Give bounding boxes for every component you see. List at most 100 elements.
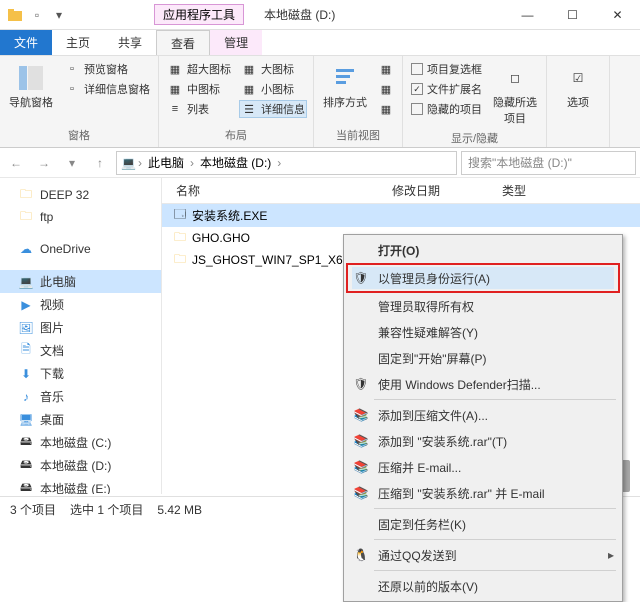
- menu-pintask[interactable]: 固定到任务栏(K): [346, 511, 620, 537]
- nav-desktop[interactable]: 🖥桌面: [0, 408, 161, 431]
- menu-zipemailrar[interactable]: 📚压缩到 "安装系统.rar" 并 E-mail: [346, 480, 620, 506]
- preview-icon: ▫: [64, 61, 80, 77]
- l-icons-button[interactable]: ▦大图标: [239, 60, 307, 78]
- back-button[interactable]: ←: [4, 151, 28, 175]
- menu-runas[interactable]: 🛡以管理员身份运行(A): [352, 267, 614, 289]
- nav-pane-button[interactable]: 导航窗格: [6, 60, 56, 125]
- nav-thispc[interactable]: 💻此电脑: [0, 270, 161, 293]
- tab-view[interactable]: 查看: [156, 30, 210, 55]
- list-icon: ≡: [167, 101, 183, 117]
- nav-docs[interactable]: 🗎文档: [0, 339, 161, 362]
- nav-downloads[interactable]: ⬇下载: [0, 362, 161, 385]
- grid-btn1[interactable]: ▦: [376, 60, 396, 78]
- tab-manage[interactable]: 管理: [210, 30, 262, 55]
- forward-button[interactable]: →: [32, 151, 56, 175]
- menu-qqsend[interactable]: 🐧通过QQ发送到▸: [346, 542, 620, 568]
- m-icons-button[interactable]: ▦中图标: [165, 80, 233, 98]
- nav-pictures[interactable]: 🖼图片: [0, 316, 161, 339]
- status-count: 3 个项目: [10, 501, 56, 518]
- address-bar: ← → ▾ ↑ 💻 › 此电脑 › 本地磁盘 (D:) › 搜索"本地磁盘 (D…: [0, 148, 640, 178]
- nav-deep32[interactable]: 🗀DEEP 32: [0, 184, 161, 206]
- search-input[interactable]: 搜索"本地磁盘 (D:)": [461, 151, 636, 175]
- menu-getowner[interactable]: 管理员取得所有权: [346, 293, 620, 319]
- checkbox-toggle[interactable]: 项目复选框: [409, 60, 484, 78]
- details-button[interactable]: ☰详细信息: [239, 100, 307, 118]
- grid-btn2[interactable]: ▦: [376, 80, 396, 98]
- menu-addrar[interactable]: 📚添加到 "安装系统.rar"(T): [346, 428, 620, 454]
- menu-restore[interactable]: 还原以前的版本(V): [346, 573, 620, 599]
- col-type[interactable]: 类型: [502, 182, 640, 199]
- s-icon: ▦: [241, 81, 257, 97]
- menu-pinstart[interactable]: 固定到"开始"屏幕(P): [346, 345, 620, 371]
- folder-icon: 🗀: [18, 209, 34, 225]
- sort-button[interactable]: 排序方式: [320, 60, 370, 125]
- gho-icon: 🗀: [172, 230, 188, 246]
- tab-share[interactable]: 共享: [104, 30, 156, 55]
- file-row-selected[interactable]: 🗔安装系统.EXE: [162, 204, 640, 227]
- menu-open[interactable]: 打开(O): [346, 237, 620, 263]
- exe-icon: 🗔: [172, 208, 188, 224]
- nav-ftp[interactable]: 🗀ftp: [0, 206, 161, 228]
- col-name[interactable]: 名称: [162, 182, 392, 199]
- menu-defender[interactable]: 🛡使用 Windows Defender扫描...: [346, 371, 620, 397]
- drive-icon: 🖴: [18, 458, 34, 474]
- crumb-drive[interactable]: 本地磁盘 (D:): [196, 154, 275, 171]
- nav-pane-icon: [15, 62, 47, 94]
- history-button[interactable]: ▾: [60, 151, 84, 175]
- folder-icon: [6, 6, 24, 24]
- hidden-toggle[interactable]: 隐藏的项目: [409, 100, 484, 118]
- col-mdate[interactable]: 修改日期: [392, 182, 502, 199]
- s-icons-button[interactable]: ▦小图标: [239, 80, 307, 98]
- xl-icons-button[interactable]: ▦超大图标: [165, 60, 233, 78]
- xl-icon: ▦: [167, 61, 183, 77]
- grid-btn3[interactable]: ▦: [376, 100, 396, 118]
- folder-icon: 🗀: [18, 187, 34, 203]
- menu-zipemail[interactable]: 📚压缩并 E-mail...: [346, 454, 620, 480]
- download-icon: ⬇: [18, 366, 34, 382]
- m-icon: ▦: [167, 81, 183, 97]
- gho-icon: 🗀: [172, 252, 188, 268]
- drive-icon: 🖴: [18, 435, 34, 451]
- nav-tree: 🗀DEEP 32 🗀ftp ☁OneDrive 💻此电脑 ▶视频 🖼图片 🗎文档…: [0, 178, 162, 494]
- menu-addzip[interactable]: 📚添加到压缩文件(A)...: [346, 402, 620, 428]
- music-icon: ♪: [18, 389, 34, 405]
- crumb-thispc[interactable]: 此电脑: [144, 154, 188, 171]
- minimize-button[interactable]: —: [505, 1, 550, 29]
- rar-icon: 📚: [352, 484, 370, 502]
- detail-icon: ▫: [64, 81, 80, 97]
- close-button[interactable]: ✕: [595, 1, 640, 29]
- details-icon: ☰: [241, 101, 257, 117]
- nav-cdrive[interactable]: 🖴本地磁盘 (C:): [0, 431, 161, 454]
- props-icon[interactable]: ▫: [28, 6, 46, 24]
- menu-compat[interactable]: 兼容性疑难解答(Y): [346, 319, 620, 345]
- tab-file[interactable]: 文件: [0, 30, 52, 55]
- checkbox-icon: [411, 103, 423, 115]
- dropdown-icon[interactable]: ▾: [50, 6, 68, 24]
- breadcrumb[interactable]: 💻 › 此电脑 › 本地磁盘 (D:) ›: [116, 151, 457, 175]
- nav-video[interactable]: ▶视频: [0, 293, 161, 316]
- list-button[interactable]: ≡列表: [165, 100, 233, 118]
- title-bar: ▫ ▾ 应用程序工具 本地磁盘 (D:) — ☐ ✕: [0, 0, 640, 30]
- tab-home[interactable]: 主页: [52, 30, 104, 55]
- check-icon: ✓: [411, 83, 423, 95]
- rar-icon: 📚: [352, 406, 370, 424]
- ext-toggle[interactable]: ✓文件扩展名: [409, 80, 484, 98]
- preview-pane-button[interactable]: ▫预览窗格: [62, 60, 152, 78]
- cloud-icon: ☁: [18, 241, 34, 257]
- context-menu: 打开(O) 🛡以管理员身份运行(A) 管理员取得所有权 兼容性疑难解答(Y) 固…: [343, 234, 623, 602]
- rar-icon: 📚: [352, 458, 370, 476]
- nav-onedrive[interactable]: ☁OneDrive: [0, 238, 161, 260]
- status-sel: 选中 1 个项目: [70, 501, 143, 518]
- hide-button[interactable]: ◻ 隐藏所选项目: [490, 60, 540, 128]
- chevron-right-icon: ▸: [608, 548, 614, 562]
- doc-icon: 🗎: [18, 343, 34, 359]
- maximize-button[interactable]: ☐: [550, 1, 595, 29]
- options-button[interactable]: ☑ 选项: [553, 60, 603, 141]
- nav-music[interactable]: ♪音乐: [0, 385, 161, 408]
- nav-ddrive[interactable]: 🖴本地磁盘 (D:): [0, 454, 161, 477]
- qq-icon: 🐧: [352, 546, 370, 564]
- detail-pane-button[interactable]: ▫详细信息窗格: [62, 80, 152, 98]
- nav-edrive[interactable]: 🖴本地磁盘 (E:): [0, 477, 161, 494]
- up-button[interactable]: ↑: [88, 151, 112, 175]
- rar-icon: 📚: [352, 432, 370, 450]
